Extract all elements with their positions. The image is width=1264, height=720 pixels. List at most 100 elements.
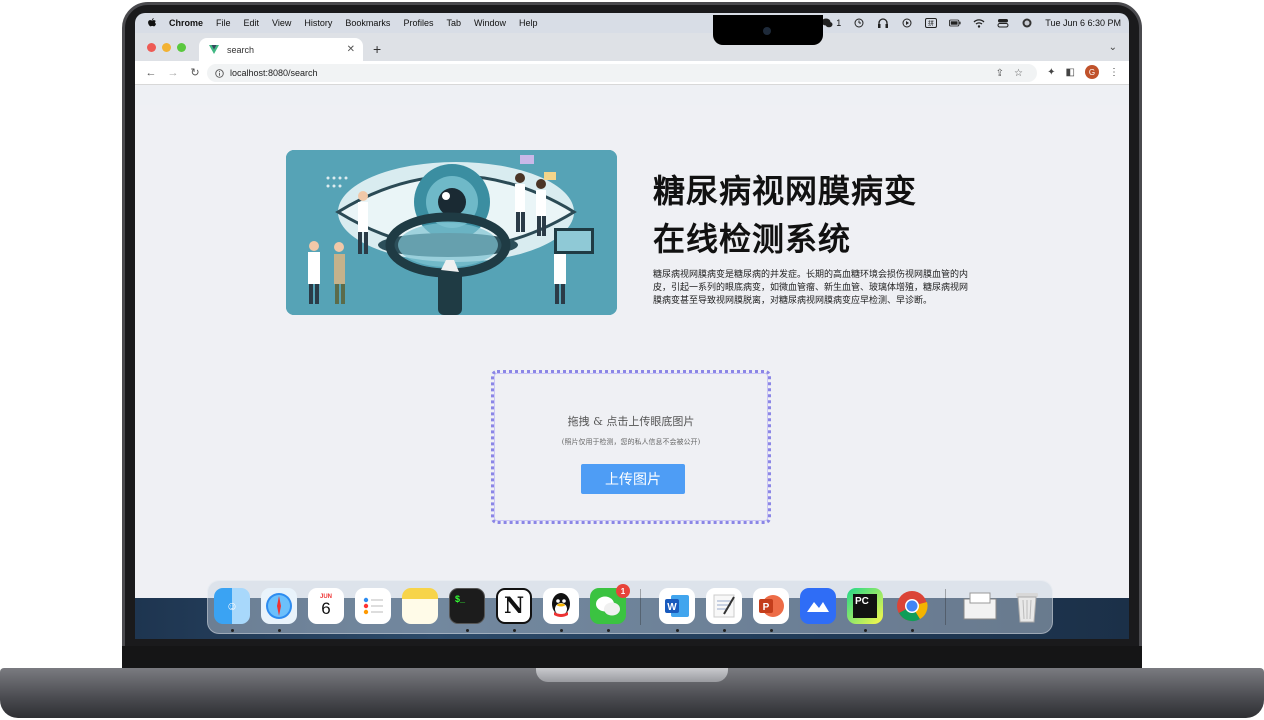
dock-running-indicator xyxy=(466,629,469,632)
upload-image-button[interactable]: 上传图片 xyxy=(581,464,685,494)
dock-running-indicator xyxy=(513,629,516,632)
page-content: 糖尿病视网膜病变 在线检测系统 糖尿病视网膜病变是糖尿病的并发症。长期的高血糖环… xyxy=(135,105,1129,598)
close-window-button[interactable] xyxy=(147,43,156,52)
siri-icon[interactable] xyxy=(1021,18,1033,28)
window-controls xyxy=(147,43,186,52)
lark-icon[interactable] xyxy=(800,588,836,624)
site-info-icon[interactable] xyxy=(215,68,224,78)
tab-search-dropdown-icon[interactable]: ⌄ xyxy=(1109,42,1117,53)
dock-running-indicator xyxy=(278,629,281,632)
side-panel-icon[interactable]: ◧ xyxy=(1066,67,1075,78)
menu-window[interactable]: Window xyxy=(474,18,506,28)
finder-icon[interactable]: ☺ xyxy=(214,588,250,624)
battery-icon[interactable] xyxy=(949,18,961,28)
minimize-window-button[interactable] xyxy=(162,43,171,52)
dock-running-indicator xyxy=(607,629,610,632)
address-bar[interactable]: localhost:8080/search ⇪ ☆ xyxy=(207,64,1037,82)
dock-running-indicator xyxy=(676,629,679,632)
wifi-icon[interactable] xyxy=(973,18,985,28)
eye-exam-illustration xyxy=(286,150,617,315)
calendar-day: 6 xyxy=(321,599,331,618)
menu-history[interactable]: History xyxy=(304,18,332,28)
tab-close-icon[interactable]: ✕ xyxy=(347,44,355,55)
play-circle-icon[interactable] xyxy=(901,18,913,28)
time-machine-icon[interactable] xyxy=(853,18,865,28)
dock: ☺ JUN 6 $_ N 1 W P PC xyxy=(207,580,1053,634)
control-center-icon[interactable] xyxy=(997,18,1009,28)
menu-edit[interactable]: Edit xyxy=(244,18,260,28)
notes-icon[interactable] xyxy=(402,588,438,624)
dock-running-indicator xyxy=(560,629,563,632)
wechat-icon[interactable]: 1 xyxy=(590,584,630,624)
title-line-1: 糖尿病视网膜病变 xyxy=(653,172,918,210)
extensions-puzzle-icon[interactable]: ✦ xyxy=(1047,67,1055,78)
textedit-icon[interactable] xyxy=(706,588,742,624)
dock-running-indicator xyxy=(231,629,234,632)
vue-favicon-icon xyxy=(209,45,219,54)
new-tab-button[interactable]: + xyxy=(373,41,381,57)
tab-search[interactable]: search ✕ xyxy=(199,38,363,61)
tab-title: search xyxy=(227,44,255,55)
browser-toolbar: ← → ↻ localhost:8080/search ⇪ ☆ ✦ ◧ G ⋮ xyxy=(135,61,1129,85)
upload-hint: (照片仅用于检测，您的私人信息不会被公开) xyxy=(561,438,701,446)
reload-button[interactable]: ↻ xyxy=(189,66,201,79)
menu-file[interactable]: File xyxy=(216,18,231,28)
wechat-status-count: 1 xyxy=(836,18,842,28)
calendar-icon[interactable]: JUN 6 xyxy=(308,588,344,624)
macos-menu-bar: Chrome File Edit View History Bookmarks … xyxy=(135,13,1129,33)
title-line-2: 在线检测系统 xyxy=(653,220,852,258)
menu-view[interactable]: View xyxy=(272,18,291,28)
laptop-hinge xyxy=(122,646,1142,670)
dock-separator xyxy=(640,589,641,625)
trash-icon[interactable] xyxy=(1009,588,1045,624)
profile-avatar[interactable]: G xyxy=(1085,65,1099,79)
menu-tab[interactable]: Tab xyxy=(446,18,461,28)
dock-running-indicator xyxy=(911,629,914,632)
pycharm-logo: PC xyxy=(853,594,877,618)
url-text[interactable]: localhost:8080/search xyxy=(230,68,318,78)
menu-bookmarks[interactable]: Bookmarks xyxy=(345,18,390,28)
qq-icon[interactable] xyxy=(543,588,579,624)
upload-title: 拖拽 & 点击上传眼底图片 xyxy=(567,415,695,428)
chrome-icon[interactable] xyxy=(894,588,930,624)
menu-app-name[interactable]: Chrome xyxy=(169,18,203,28)
menubar-clock[interactable]: Tue Jun 6 6:30 PM xyxy=(1045,18,1121,28)
page-title: 糖尿病视网膜病变 在线检测系统 xyxy=(653,167,917,263)
wechat-status[interactable]: 1 xyxy=(821,18,841,28)
safari-icon[interactable] xyxy=(261,588,297,624)
apple-icon[interactable] xyxy=(147,18,157,28)
chrome-window: search ✕ + ⌄ ← → ↻ localhost:8080/search… xyxy=(135,33,1129,639)
maximize-window-button[interactable] xyxy=(177,43,186,52)
headphones-icon[interactable] xyxy=(877,18,889,28)
svg-text:拼: 拼 xyxy=(928,20,934,28)
reminders-icon[interactable] xyxy=(355,588,391,624)
pycharm-icon[interactable]: PC xyxy=(847,588,883,624)
bookmark-star-icon[interactable]: ☆ xyxy=(1014,68,1023,79)
terminal-icon[interactable]: $_ xyxy=(449,588,485,624)
page-description: 糖尿病视网膜病变是糖尿病的并发症。长期的高血糖环境会损伤视网膜血管的内皮，引起一… xyxy=(653,270,969,306)
menu-profiles[interactable]: Profiles xyxy=(403,18,433,28)
powerpoint-icon[interactable]: P xyxy=(753,588,789,624)
menu-help[interactable]: Help xyxy=(519,18,538,28)
word-icon[interactable]: W xyxy=(659,588,695,624)
notion-icon[interactable]: N xyxy=(496,588,532,624)
wechat-status-icon xyxy=(821,18,833,28)
chrome-menu-icon[interactable]: ⋮ xyxy=(1109,67,1119,78)
wechat-unread-badge: 1 xyxy=(616,584,630,598)
dock-running-indicator xyxy=(723,629,726,632)
svg-text:P: P xyxy=(763,602,770,613)
camera-lens xyxy=(763,27,771,35)
forward-button[interactable]: → xyxy=(167,67,179,79)
svg-text:W: W xyxy=(667,602,677,613)
dock-running-indicator xyxy=(770,629,773,632)
share-icon[interactable]: ⇪ xyxy=(996,68,1004,79)
upload-dropzone[interactable]: 拖拽 & 点击上传眼底图片 (照片仅用于检测，您的私人信息不会被公开) 上传图片 xyxy=(491,370,771,524)
hero-illustration xyxy=(286,150,617,315)
screen: Chrome File Edit View History Bookmarks … xyxy=(135,13,1129,639)
back-button[interactable]: ← xyxy=(145,67,157,79)
preview-icon[interactable] xyxy=(962,588,998,624)
input-method-icon[interactable]: 拼 xyxy=(925,18,938,28)
dock-separator xyxy=(945,589,946,625)
tab-strip: search ✕ + ⌄ xyxy=(135,33,1129,61)
dock-running-indicator xyxy=(864,629,867,632)
